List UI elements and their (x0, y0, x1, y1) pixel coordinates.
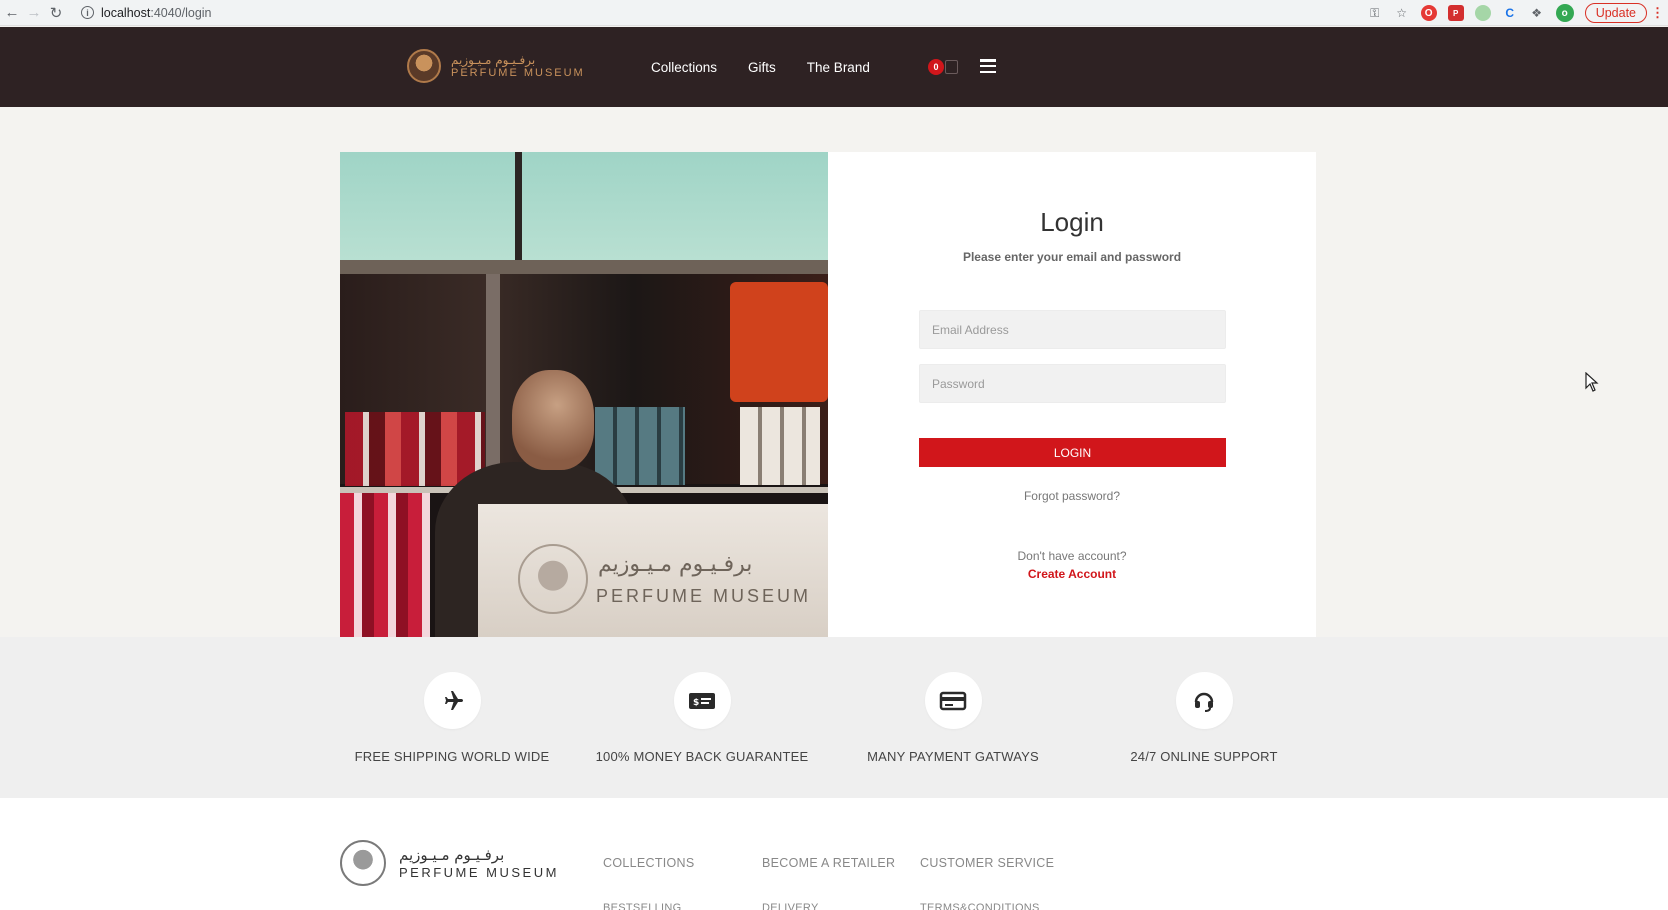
headset-icon (1175, 672, 1233, 729)
footer-col-retailer: BECOME A RETAILER DELIVERY (762, 856, 895, 910)
shopping-bag-icon (945, 60, 958, 74)
svg-text:$: $ (693, 698, 699, 708)
feature-payment: MANY PAYMENT GATWAYS (833, 672, 1073, 764)
login-button[interactable]: LOGIN (919, 438, 1226, 467)
footer-col-collections: COLLECTIONS BESTSELLING (603, 856, 695, 910)
color-extension-icon[interactable] (1474, 5, 1491, 21)
footer-emblem-icon (340, 840, 386, 886)
counter-emblem-icon (518, 544, 588, 614)
browser-toolbar: ← → ↻ i localhost:4040/login ⚿ ☆ O P C ❖… (0, 0, 1668, 26)
browser-menu-icon[interactable]: ⋮ (1651, 5, 1664, 21)
airplane-icon (423, 672, 481, 729)
no-account-text: Don't have account? (1017, 549, 1127, 563)
site-info-icon[interactable]: i (81, 6, 94, 19)
footer-logo-arabic: برفـيـوم مـيـوزيم (399, 845, 505, 864)
feature-label: 24/7 ONLINE SUPPORT (1130, 749, 1278, 764)
reload-icon[interactable]: ↻ (45, 2, 67, 24)
credit-card-icon (924, 672, 982, 729)
login-panel: Login Please enter your email and passwo… (828, 152, 1316, 637)
main-nav: Collections Gifts The Brand (651, 27, 901, 107)
opera-extension-icon[interactable]: O (1420, 5, 1437, 21)
footer-link[interactable]: TERMS&CONDITIONS (920, 902, 1054, 910)
profile-avatar-icon[interactable]: o (1555, 4, 1574, 22)
footer-col-customer-service: CUSTOMER SERVICE TERMS&CONDITIONS (920, 856, 1054, 910)
star-icon[interactable]: ☆ (1394, 5, 1410, 21)
create-account-link[interactable]: Create Account (828, 567, 1316, 581)
cart-count-badge: 0 (928, 59, 944, 75)
logo-emblem-icon (407, 49, 441, 83)
update-button[interactable]: Update (1584, 3, 1647, 23)
logo-english-text: PERFUME MUSEUM (451, 66, 585, 79)
footer-link[interactable]: BESTSELLING (603, 902, 695, 910)
footer-logo[interactable]: برفـيـوم مـيـوزيم PERFUME MUSEUM (340, 840, 559, 886)
feature-label: 100% MONEY BACK GUARANTEE (595, 749, 809, 764)
back-arrow-icon[interactable]: ← (1, 2, 23, 24)
address-bar[interactable]: i localhost:4040/login (81, 6, 212, 20)
hamburger-menu-icon[interactable] (980, 59, 996, 73)
footer-heading[interactable]: COLLECTIONS (603, 856, 695, 870)
mouse-pointer-icon (1585, 372, 1599, 392)
header-logo[interactable]: برفـيـوم مـيـوزيم PERFUME MUSEUM (407, 49, 585, 83)
nav-the-brand[interactable]: The Brand (807, 60, 870, 75)
login-hero-image: برفـيـوم مـيـوزيم PERFUME MUSEUM (340, 152, 828, 637)
counter-sign-english: PERFUME MUSEUM (596, 586, 812, 606)
nav-gifts[interactable]: Gifts (748, 60, 776, 75)
footer-heading[interactable]: CUSTOMER SERVICE (920, 856, 1054, 870)
feature-support: 24/7 ONLINE SUPPORT (1084, 672, 1324, 764)
c-extension-icon[interactable]: C (1502, 5, 1518, 21)
feature-money-back: $ 100% MONEY BACK GUARANTEE (582, 672, 822, 764)
url-path: :4040/login (150, 5, 212, 20)
pdf-extension-icon[interactable]: P (1447, 5, 1464, 21)
feature-shipping: FREE SHIPPING WORLD WIDE (332, 672, 572, 764)
cash-icon: $ (673, 672, 731, 729)
forward-arrow-icon[interactable]: → (23, 2, 45, 24)
forgot-password-link[interactable]: Forgot password? (828, 489, 1316, 503)
feature-label: MANY PAYMENT GATWAYS (867, 749, 1039, 764)
site-header: برفـيـوم مـيـوزيم PERFUME MUSEUM Collect… (0, 27, 1668, 107)
nav-collections[interactable]: Collections (651, 60, 717, 75)
footer-logo-english: PERFUME MUSEUM (399, 864, 559, 880)
url-host: localhost (101, 5, 151, 20)
footer-link[interactable]: DELIVERY (762, 902, 895, 910)
login-subtitle: Please enter your email and password (962, 250, 1182, 264)
password-field[interactable] (919, 364, 1226, 403)
key-icon[interactable]: ⚿ (1367, 5, 1383, 21)
features-strip: FREE SHIPPING WORLD WIDE $ 100% MONEY BA… (0, 637, 1668, 798)
login-title: Login (1040, 207, 1104, 237)
site-footer: برفـيـوم مـيـوزيم PERFUME MUSEUM COLLECT… (0, 798, 1668, 910)
logo-arabic-text: برفـيـوم مـيـوزيم (451, 52, 536, 67)
email-field[interactable] (919, 310, 1226, 349)
counter-sign-arabic: برفـيـوم مـيـوزيم (598, 552, 753, 577)
feature-label: FREE SHIPPING WORLD WIDE (354, 749, 550, 764)
footer-heading[interactable]: BECOME A RETAILER (762, 856, 895, 870)
cart-button[interactable]: 0 (928, 57, 964, 77)
puzzle-extensions-icon[interactable]: ❖ (1529, 5, 1545, 21)
